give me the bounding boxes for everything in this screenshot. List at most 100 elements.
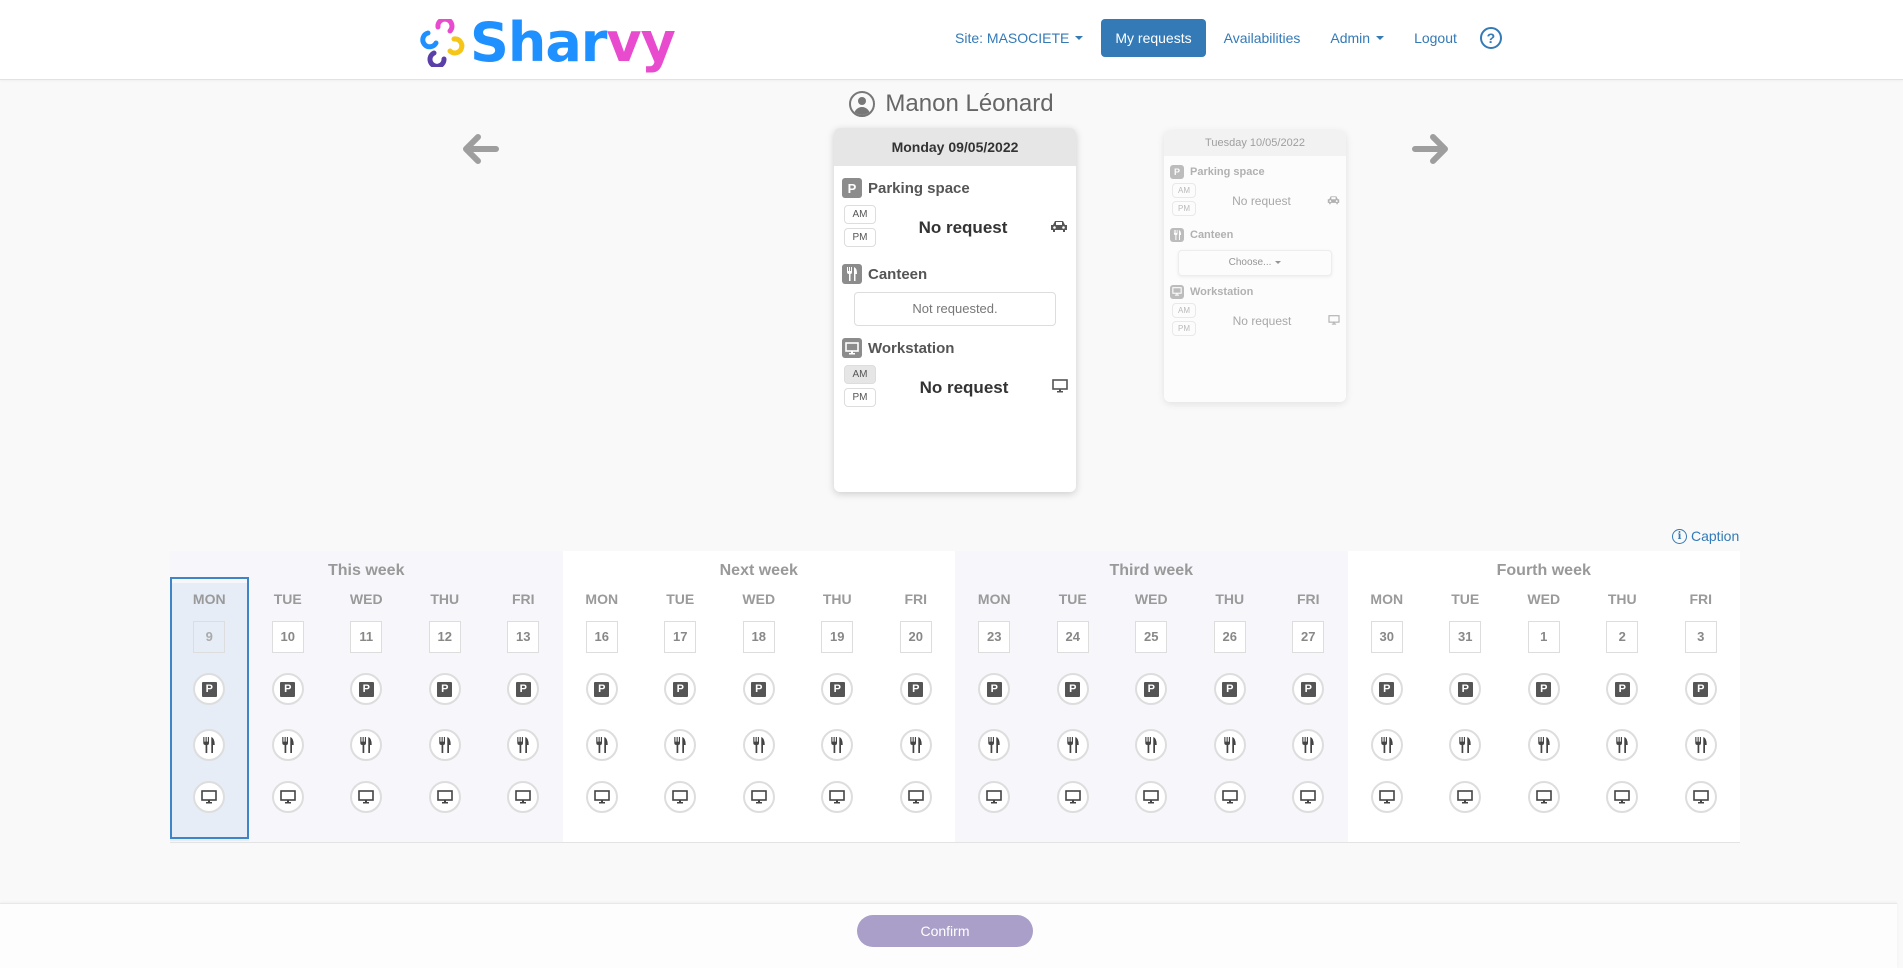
day-number[interactable]: 11 (350, 621, 383, 653)
parking-request-button[interactable]: P (428, 673, 461, 705)
day-number[interactable]: 2 (1606, 621, 1639, 653)
confirm-button[interactable]: Confirm (857, 915, 1033, 947)
parking-request-button[interactable]: P (1684, 673, 1717, 705)
workstation-request-button[interactable] (350, 781, 383, 813)
workstation-request-button[interactable] (1370, 781, 1403, 813)
canteen-request-button[interactable] (1370, 729, 1403, 761)
workstation-request-button[interactable] (271, 781, 304, 813)
workstation-request-button[interactable] (742, 781, 775, 813)
workstation-request-button[interactable] (428, 781, 461, 813)
parking-request-button[interactable]: P (585, 673, 618, 705)
day-number[interactable]: 24 (1056, 621, 1089, 653)
nav-logout[interactable]: Logout (1399, 19, 1472, 57)
day-column[interactable]: MON 16 P (563, 583, 642, 841)
next-day-card[interactable]: Tuesday 10/05/2022 P Parking space AM PM… (1164, 130, 1346, 402)
day-number[interactable]: 17 (664, 621, 697, 653)
day-number[interactable]: 31 (1449, 621, 1482, 653)
parking-request-button[interactable]: P (664, 673, 697, 705)
day-column[interactable]: WED 1 P (1505, 583, 1584, 841)
site-dropdown[interactable]: Site: MASOCIETE (940, 19, 1098, 57)
admin-dropdown[interactable]: Admin (1315, 19, 1399, 57)
workstation-request-button[interactable] (899, 781, 932, 813)
nav-availabilities[interactable]: Availabilities (1209, 19, 1316, 57)
monitor-icon[interactable] (1052, 378, 1068, 398)
parking-request-button[interactable]: P (507, 673, 540, 705)
workstation-request-button[interactable] (978, 781, 1011, 813)
parking-request-button[interactable]: P (193, 673, 226, 705)
parking-am-button[interactable]: AM (844, 205, 876, 224)
workstation-pm-button[interactable]: PM (844, 388, 876, 407)
workstation-request-button[interactable] (193, 781, 226, 813)
canteen-request-button[interactable] (585, 729, 618, 761)
workstation-request-button[interactable] (664, 781, 697, 813)
canteen-request-button[interactable] (978, 729, 1011, 761)
parking-request-button[interactable]: P (1292, 673, 1325, 705)
workstation-request-button[interactable] (1684, 781, 1717, 813)
canteen-request-button[interactable] (350, 729, 383, 761)
next-day-button[interactable] (1409, 132, 1453, 166)
canteen-status-box[interactable]: Not requested. (854, 292, 1056, 326)
workstation-request-button[interactable] (507, 781, 540, 813)
next-workstation-am-button[interactable]: AM (1172, 303, 1196, 318)
day-column[interactable]: THU 26 P (1191, 583, 1270, 841)
parking-request-button[interactable]: P (1606, 673, 1639, 705)
parking-request-button[interactable]: P (1370, 673, 1403, 705)
day-column[interactable]: TUE 24 P (1034, 583, 1113, 841)
parking-request-button[interactable]: P (1527, 673, 1560, 705)
canteen-request-button[interactable] (1292, 729, 1325, 761)
day-column[interactable]: TUE 31 P (1426, 583, 1505, 841)
day-column[interactable]: WED 18 P (720, 583, 799, 841)
canteen-request-button[interactable] (1135, 729, 1168, 761)
workstation-am-button[interactable]: AM (844, 365, 876, 384)
parking-request-button[interactable]: P (899, 673, 932, 705)
workstation-request-button[interactable] (1056, 781, 1089, 813)
canteen-request-button[interactable] (821, 729, 854, 761)
day-column[interactable]: TUE 17 P (641, 583, 720, 841)
day-column[interactable]: TUE 10 P (249, 583, 328, 841)
monitor-icon[interactable] (1328, 312, 1340, 330)
car-icon[interactable] (1050, 219, 1068, 238)
day-number[interactable]: 10 (271, 621, 304, 653)
day-number[interactable]: 18 (742, 621, 775, 653)
parking-request-button[interactable]: P (1056, 673, 1089, 705)
canteen-request-button[interactable] (1606, 729, 1639, 761)
workstation-request-button[interactable] (1135, 781, 1168, 813)
canteen-request-button[interactable] (1684, 729, 1717, 761)
parking-pm-button[interactable]: PM (844, 228, 876, 247)
day-number[interactable]: 25 (1135, 621, 1168, 653)
day-number[interactable]: 27 (1292, 621, 1325, 653)
next-parking-pm-button[interactable]: PM (1172, 201, 1196, 216)
canteen-request-button[interactable] (1056, 729, 1089, 761)
day-column[interactable]: MON 23 P (955, 583, 1034, 841)
parking-request-button[interactable]: P (1135, 673, 1168, 705)
nav-my-requests[interactable]: My requests (1101, 19, 1206, 57)
day-column[interactable]: FRI 20 P (877, 583, 956, 841)
caption-link[interactable]: i Caption (1672, 528, 1739, 544)
day-number[interactable]: 12 (428, 621, 461, 653)
day-column[interactable]: THU 2 P (1583, 583, 1662, 841)
workstation-request-button[interactable] (1527, 781, 1560, 813)
parking-request-button[interactable]: P (821, 673, 854, 705)
parking-request-button[interactable]: P (1213, 673, 1246, 705)
canteen-request-button[interactable] (507, 729, 540, 761)
canteen-request-button[interactable] (1527, 729, 1560, 761)
day-number[interactable]: 26 (1213, 621, 1246, 653)
day-column[interactable]: MON 9 P (170, 577, 249, 841)
workstation-request-button[interactable] (1449, 781, 1482, 813)
workstation-request-button[interactable] (1606, 781, 1639, 813)
help-icon[interactable]: ? (1479, 27, 1502, 49)
workstation-request-button[interactable] (1292, 781, 1325, 813)
canteen-request-button[interactable] (1213, 729, 1246, 761)
day-number[interactable]: 1 (1527, 621, 1560, 653)
day-number[interactable]: 13 (507, 621, 540, 653)
day-column[interactable]: THU 12 P (406, 583, 485, 841)
sharvy-logo[interactable]: Sharvy (418, 12, 676, 74)
car-icon[interactable] (1327, 192, 1340, 210)
workstation-request-button[interactable] (1213, 781, 1246, 813)
day-number[interactable]: 3 (1684, 621, 1717, 653)
workstation-request-button[interactable] (585, 781, 618, 813)
day-number[interactable]: 9 (193, 621, 226, 653)
previous-day-button[interactable] (458, 132, 502, 166)
canteen-request-button[interactable] (193, 729, 226, 761)
canteen-request-button[interactable] (428, 729, 461, 761)
